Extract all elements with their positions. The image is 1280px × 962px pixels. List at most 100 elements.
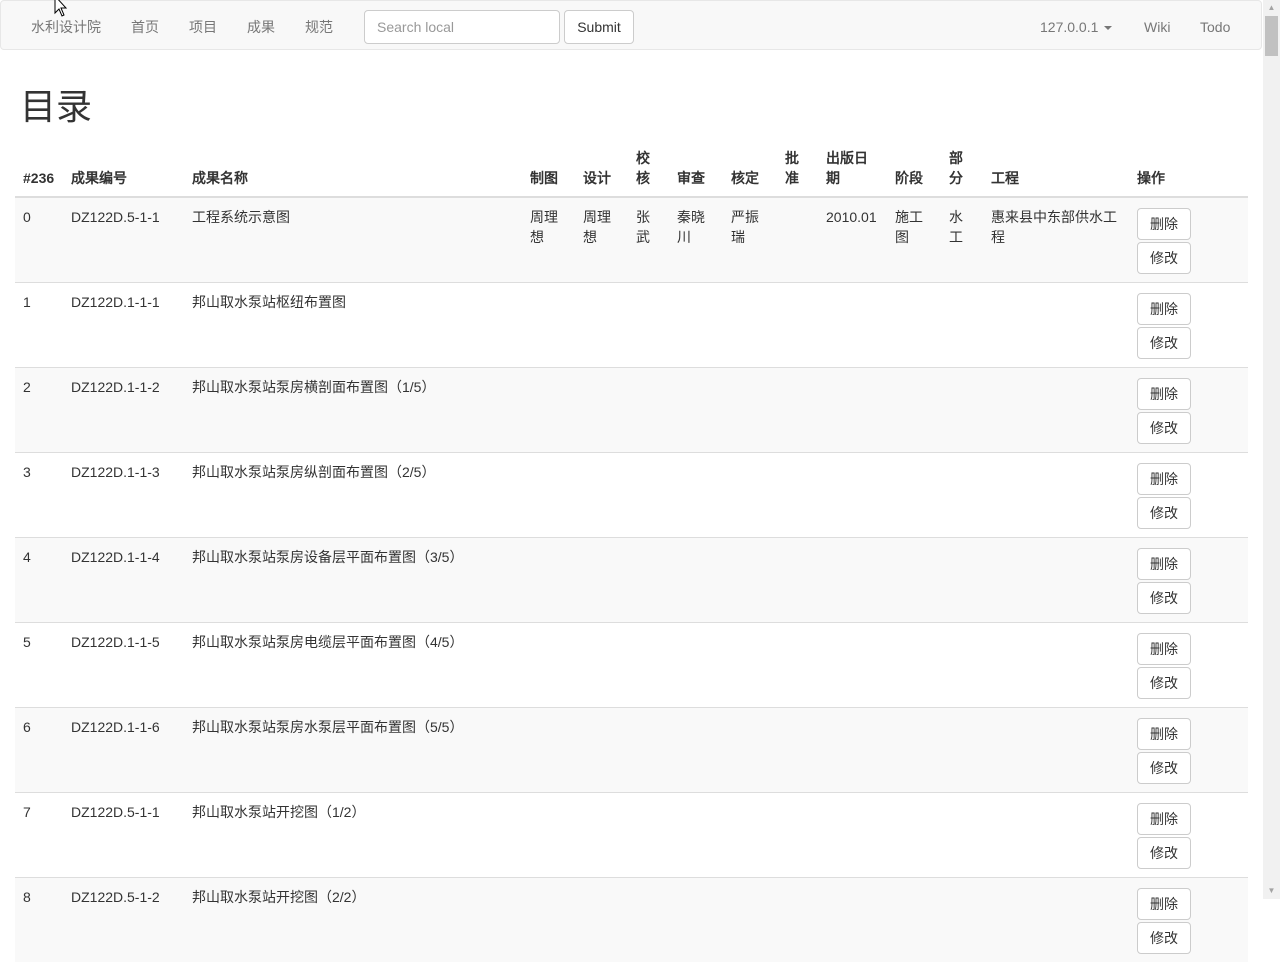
nav-link-home[interactable]: 首页	[131, 17, 159, 37]
delete-button[interactable]: 删除	[1137, 292, 1191, 325]
cell-part	[941, 791, 983, 877]
nav-link-projects[interactable]: 项目	[189, 17, 217, 37]
cell-draw: 周理想	[522, 196, 575, 282]
cell-date: 2010.01	[818, 196, 887, 282]
cell-name: 邦山取水泵站开挖图（1/2）	[184, 791, 522, 877]
cell-approve	[777, 366, 818, 452]
cell-index: 0	[15, 196, 63, 282]
cell-design	[575, 451, 628, 537]
col-header-design: 设计	[575, 144, 628, 198]
submit-button[interactable]: Submit	[564, 10, 634, 44]
edit-button[interactable]: 修改	[1137, 751, 1191, 784]
edit-button[interactable]: 修改	[1137, 836, 1191, 869]
navbar-brand[interactable]: 水利设计院	[31, 17, 101, 37]
delete-button[interactable]: 删除	[1137, 802, 1191, 835]
col-header-actions: 操作	[1129, 144, 1248, 198]
cell-code: DZ122D.5-1-2	[63, 876, 184, 962]
cell-verify	[723, 281, 777, 367]
cell-stage: 施工图	[887, 196, 941, 282]
cell-verify: 严振瑞	[723, 196, 777, 282]
cell-check	[628, 876, 669, 962]
cell-index: 6	[15, 706, 63, 792]
cell-stage	[887, 706, 941, 792]
delete-button[interactable]: 删除	[1137, 632, 1191, 665]
cell-name: 邦山取水泵站泵房横剖面布置图（1/5）	[184, 366, 522, 452]
scroll-up-arrow-icon[interactable]: ▲	[1263, 0, 1280, 16]
cell-part	[941, 366, 983, 452]
cell-code: DZ122D.1-1-2	[63, 366, 184, 452]
cell-check	[628, 451, 669, 537]
cell-actions: 删除 修改	[1129, 366, 1248, 452]
delete-button[interactable]: 删除	[1137, 547, 1191, 580]
nav-link-results[interactable]: 成果	[247, 17, 275, 37]
col-header-draw: 制图	[522, 144, 575, 198]
cell-index: 4	[15, 536, 63, 622]
ip-dropdown-label: 127.0.0.1	[1040, 19, 1099, 35]
delete-button[interactable]: 删除	[1137, 717, 1191, 750]
cell-name: 邦山取水泵站泵房电缆层平面布置图（4/5）	[184, 621, 522, 707]
col-header-review: 审查	[669, 144, 723, 198]
cell-name: 工程系统示意图	[184, 196, 522, 282]
cell-part	[941, 876, 983, 962]
nav-link-todo[interactable]: Todo	[1200, 17, 1230, 37]
cell-design	[575, 366, 628, 452]
cell-approve	[777, 536, 818, 622]
cell-approve	[777, 281, 818, 367]
cell-check	[628, 281, 669, 367]
cell-design	[575, 536, 628, 622]
cell-date	[818, 366, 887, 452]
cell-stage	[887, 281, 941, 367]
ip-dropdown[interactable]: 127.0.0.1	[1040, 17, 1113, 37]
caret-down-icon	[1104, 26, 1113, 31]
cell-code: DZ122D.5-1-1	[63, 791, 184, 877]
cell-part: 水工	[941, 196, 983, 282]
edit-button[interactable]: 修改	[1137, 921, 1191, 954]
col-header-approve: 批准	[777, 144, 818, 198]
edit-button[interactable]: 修改	[1137, 411, 1191, 444]
cell-check	[628, 621, 669, 707]
cell-part	[941, 621, 983, 707]
table-row: 4 DZ122D.1-1-4 邦山取水泵站泵房设备层平面布置图（3/5） 删除 修改	[15, 536, 1248, 622]
delete-button[interactable]: 删除	[1137, 887, 1191, 920]
cell-review	[669, 706, 723, 792]
vertical-scrollbar[interactable]: ▲ ▼	[1263, 0, 1280, 899]
cell-part	[941, 706, 983, 792]
cell-date	[818, 536, 887, 622]
cell-verify	[723, 876, 777, 962]
cell-approve	[777, 451, 818, 537]
cell-actions: 删除 修改	[1129, 706, 1248, 792]
edit-button[interactable]: 修改	[1137, 326, 1191, 359]
cell-approve	[777, 706, 818, 792]
cell-code: DZ122D.1-1-4	[63, 536, 184, 622]
cell-verify	[723, 706, 777, 792]
cell-project: 惠来县中东部供水工程	[983, 196, 1129, 282]
col-header-check: 校核	[628, 144, 669, 198]
cell-draw	[522, 706, 575, 792]
search-input[interactable]	[364, 10, 560, 44]
cell-design	[575, 621, 628, 707]
delete-button[interactable]: 删除	[1137, 208, 1191, 240]
cell-index: 7	[15, 791, 63, 877]
nav-link-wiki[interactable]: Wiki	[1144, 17, 1170, 37]
cell-draw	[522, 621, 575, 707]
cell-index: 3	[15, 451, 63, 537]
catalog-table: #236 成果编号 成果名称 制图 设计 校核 审查 核定 批准 出版日期 阶段…	[15, 144, 1248, 962]
edit-button[interactable]: 修改	[1137, 242, 1191, 274]
table-row: 3 DZ122D.1-1-3 邦山取水泵站泵房纵剖面布置图（2/5） 删除 修改	[15, 451, 1248, 537]
cell-index: 8	[15, 876, 63, 962]
scroll-down-arrow-icon[interactable]: ▼	[1263, 883, 1280, 899]
cell-part	[941, 281, 983, 367]
table-row: 0 DZ122D.5-1-1 工程系统示意图 周理想 周理想 张武 秦晓川 严振瑞 2010.0…	[15, 196, 1248, 282]
cell-part	[941, 451, 983, 537]
nav-link-standards[interactable]: 规范	[305, 17, 333, 37]
cell-review: 秦晓川	[669, 196, 723, 282]
delete-button[interactable]: 删除	[1137, 377, 1191, 410]
edit-button[interactable]: 修改	[1137, 581, 1191, 614]
delete-button[interactable]: 删除	[1137, 462, 1191, 495]
edit-button[interactable]: 修改	[1137, 496, 1191, 529]
cell-stage	[887, 621, 941, 707]
cell-verify	[723, 536, 777, 622]
edit-button[interactable]: 修改	[1137, 666, 1191, 699]
scrollbar-thumb[interactable]	[1265, 16, 1278, 56]
cell-date	[818, 791, 887, 877]
